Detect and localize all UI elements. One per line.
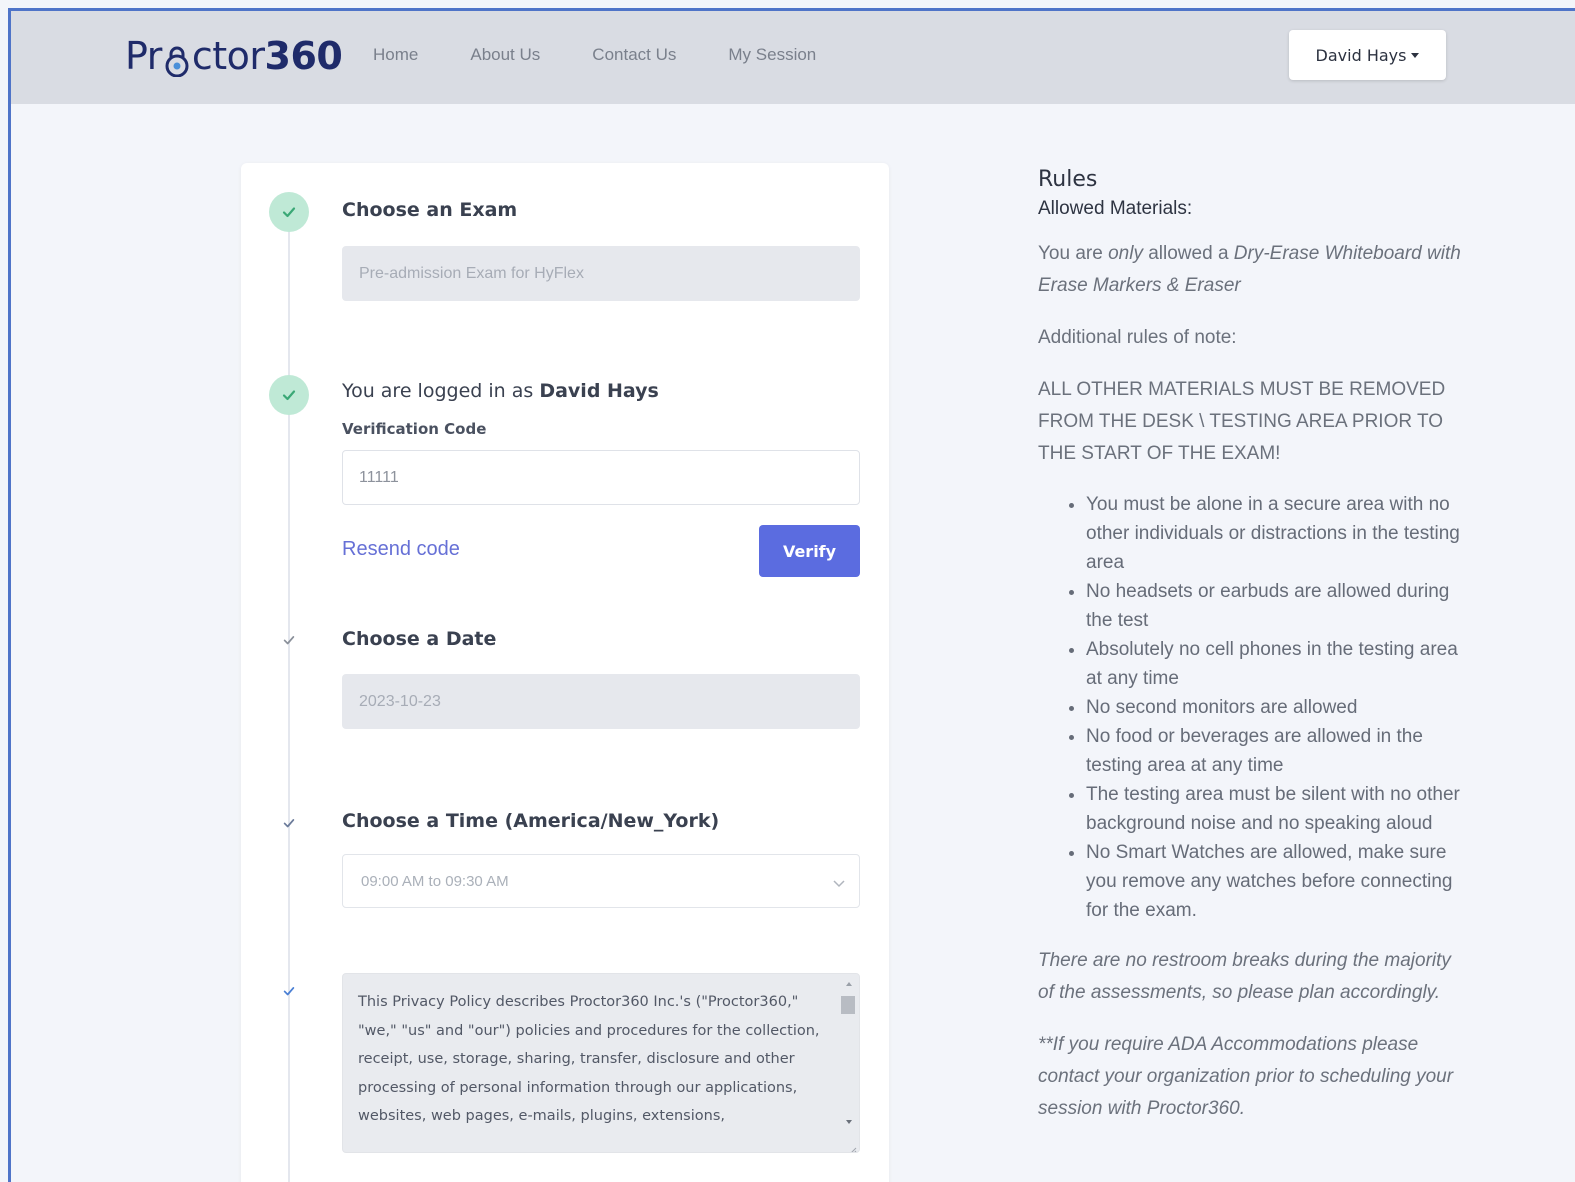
verify-button[interactable]: Verify	[759, 525, 860, 577]
rules-panel: Rules Allowed Materials: You are only al…	[1038, 163, 1468, 1125]
step-complete-check-icon	[269, 192, 309, 232]
scroll-up-arrow-icon[interactable]	[846, 982, 852, 986]
user-menu-button[interactable]: David Hays	[1289, 30, 1446, 80]
login-prefix: You are logged in as	[342, 380, 534, 402]
allowed-only: only	[1108, 243, 1143, 264]
proctor360-logo[interactable]: Pr ctor 360	[125, 31, 343, 81]
exam-field: Pre-admission Exam for HyFlex	[342, 246, 860, 301]
step-pending-check-icon	[279, 630, 299, 650]
app-frame: Pr ctor 360 Home About Us Contact Us My …	[8, 8, 1575, 1182]
step-timeline	[288, 203, 290, 1182]
list-item: You must be alone in a secure area with …	[1086, 490, 1468, 577]
ada-note: **If you require ADA Accommodations plea…	[1038, 1034, 1454, 1119]
additional-rules-heading: Additional rules of note:	[1038, 327, 1237, 348]
rules-list: You must be alone in a secure area with …	[1038, 490, 1468, 925]
booking-card: Choose an Exam Pre-admission Exam for Hy…	[241, 163, 889, 1182]
step-pending-check-icon	[279, 981, 299, 1001]
step-title-login: You are logged in as David Hays	[342, 380, 659, 402]
allowed-materials-text: You are only allowed a Dry-Erase Whitebo…	[1038, 238, 1468, 302]
logo-text-mid: ctor	[191, 34, 265, 78]
restroom-note: There are no restroom breaks during the …	[1038, 950, 1451, 1003]
step-pending-check-icon	[279, 813, 299, 833]
step-title-exam: Choose an Exam	[342, 199, 518, 221]
resend-code-link[interactable]: Resend code	[342, 538, 460, 561]
privacy-scrollbar[interactable]	[837, 974, 859, 1152]
time-select-value: 09:00 AM to 09:30 AM	[361, 872, 509, 890]
verification-code-label: Verification Code	[342, 420, 487, 438]
nav-contact-us[interactable]: Contact Us	[592, 45, 676, 65]
login-user-name: David Hays	[539, 380, 659, 402]
list-item: Absolutely no cell phones in the testing…	[1086, 635, 1468, 693]
date-field[interactable]: 2023-10-23	[342, 674, 860, 729]
logo-text-num: 360	[264, 34, 343, 78]
caret-down-icon	[1411, 52, 1420, 58]
privacy-policy-text: This Privacy Policy describes Proctor360…	[358, 994, 820, 1124]
allowed-mid: allowed a	[1148, 243, 1229, 264]
step-title-time: Choose a Time (America/New_York)	[342, 810, 720, 832]
nav-home[interactable]: Home	[373, 45, 418, 65]
nav-about-us[interactable]: About Us	[470, 45, 540, 65]
rules-title: Rules	[1038, 167, 1098, 192]
verification-code-input[interactable]	[342, 450, 860, 505]
scroll-thumb[interactable]	[841, 996, 855, 1014]
resize-grip-icon[interactable]	[847, 1140, 857, 1152]
list-item: No food or beverages are allowed in the …	[1086, 722, 1468, 780]
logo-lock-icon	[163, 42, 191, 78]
list-item: No Smart Watches are allowed, make sure …	[1086, 838, 1468, 925]
privacy-policy-textarea[interactable]: This Privacy Policy describes Proctor360…	[342, 973, 860, 1153]
list-item: No headsets or earbuds are allowed durin…	[1086, 577, 1468, 635]
nav-links: Home About Us Contact Us My Session	[373, 45, 868, 65]
nav-my-session[interactable]: My Session	[728, 45, 816, 65]
allowed-pre: You are	[1038, 243, 1103, 264]
allowed-materials-heading: Allowed Materials:	[1038, 198, 1193, 219]
step-complete-check-icon	[269, 375, 309, 415]
list-item: No second monitors are allowed	[1086, 693, 1468, 722]
time-select[interactable]: 09:00 AM to 09:30 AM	[342, 854, 860, 908]
user-name: David Hays	[1315, 45, 1407, 65]
logo-text-pre: Pr	[125, 34, 162, 78]
navbar: Pr ctor 360 Home About Us Contact Us My …	[11, 11, 1575, 104]
scroll-down-arrow-icon[interactable]	[846, 1120, 852, 1124]
step-title-date: Choose a Date	[342, 628, 497, 650]
chevron-down-icon	[833, 875, 845, 892]
caps-notice: ALL OTHER MATERIALS MUST BE REMOVED FROM…	[1038, 379, 1446, 464]
list-item: The testing area must be silent with no …	[1086, 780, 1468, 838]
